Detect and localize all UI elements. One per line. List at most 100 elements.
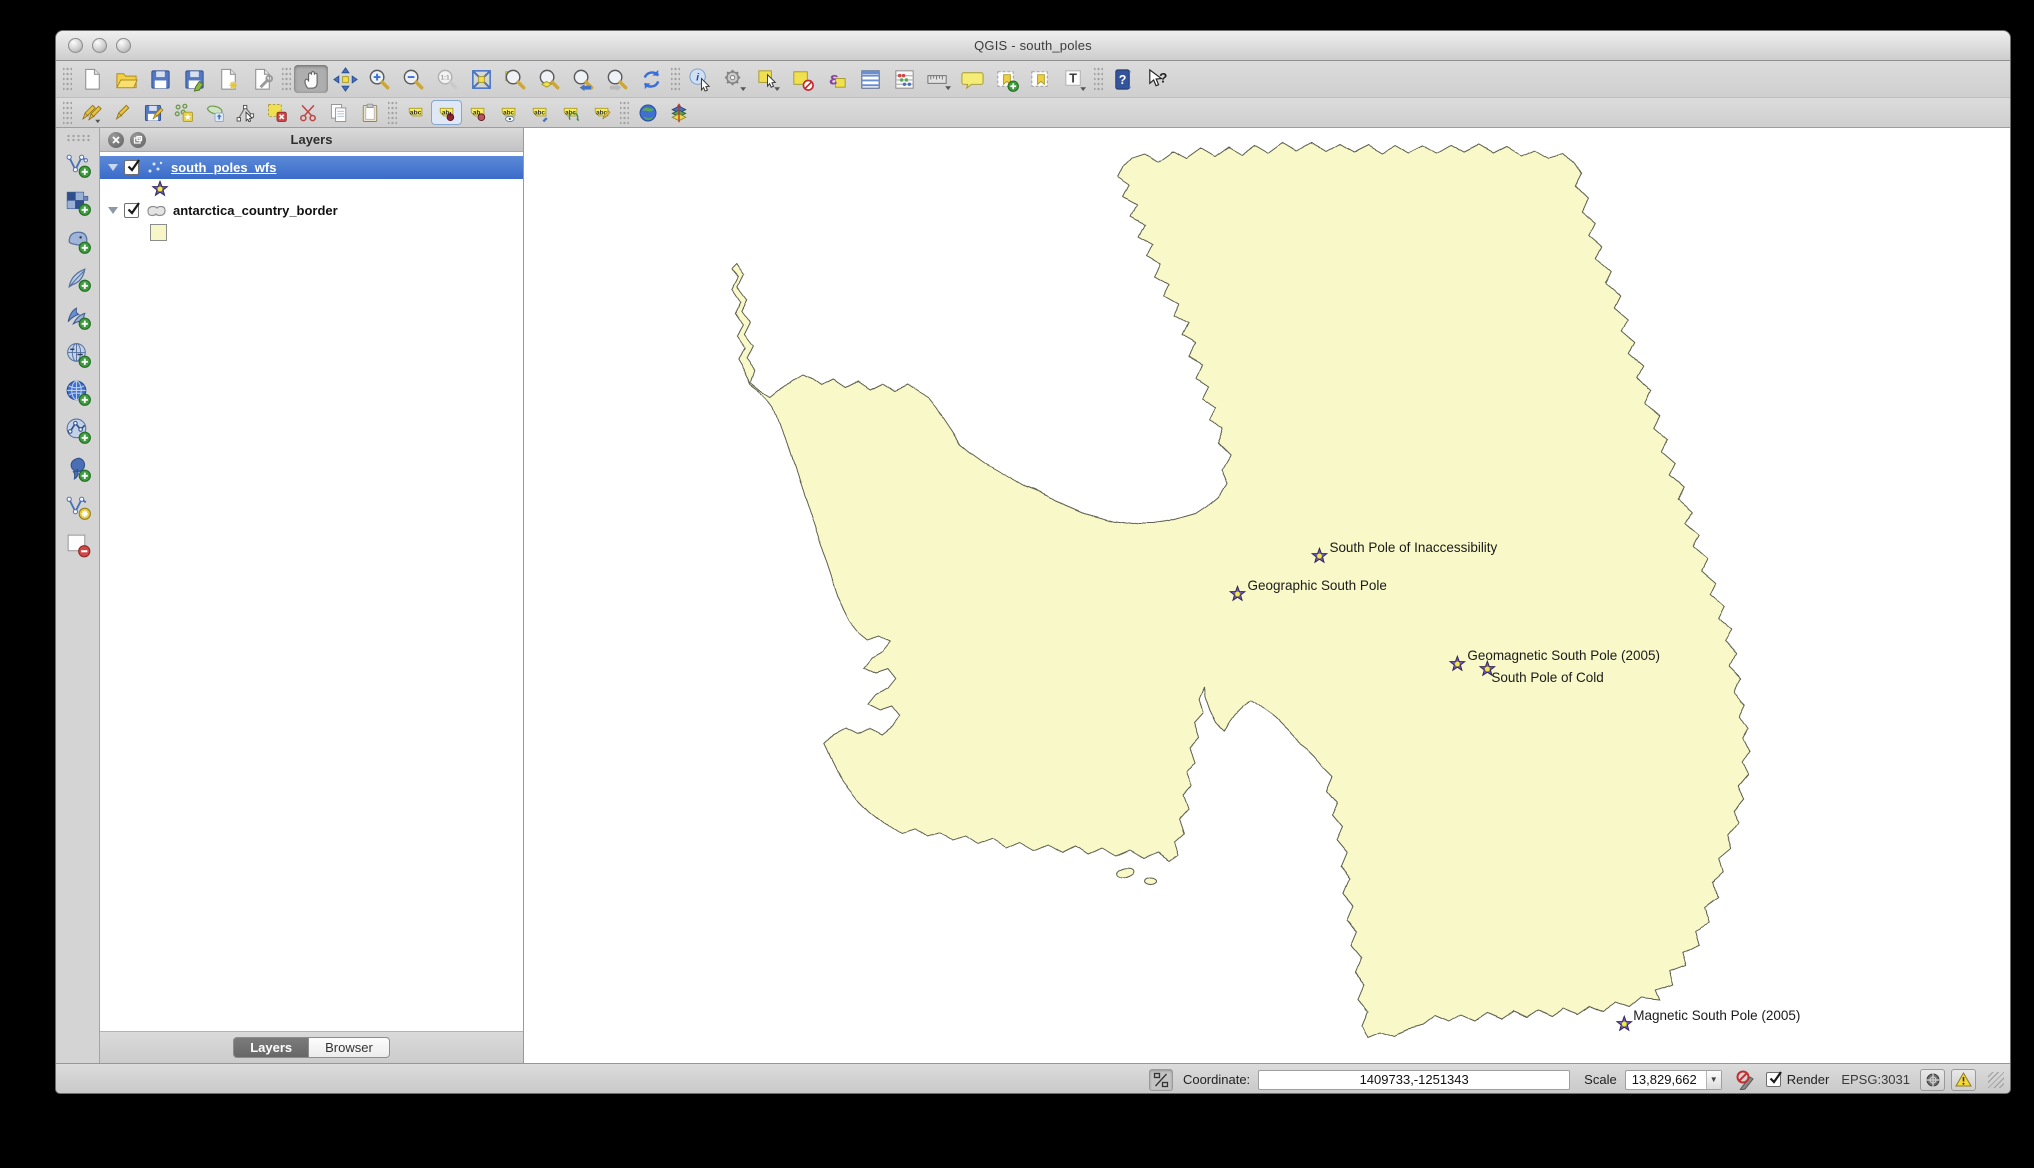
expand-arrow-icon[interactable] (108, 164, 118, 171)
map-tips-button[interactable] (955, 65, 989, 93)
deselect-features-button[interactable] (785, 65, 819, 93)
resize-grip[interactable] (1988, 1071, 2004, 1088)
pan-map-button[interactable] (294, 65, 328, 93)
add-wfs-layer-button[interactable] (61, 415, 95, 446)
add-mssql-layer-button[interactable] (61, 301, 95, 332)
measure-button[interactable] (921, 65, 955, 93)
zoom-out-button[interactable] (396, 65, 430, 93)
layer-symbol-row[interactable] (100, 222, 523, 242)
whats-this-button[interactable]: ? (1140, 65, 1174, 93)
expand-arrow-icon[interactable] (108, 207, 118, 214)
copy-features-button[interactable] (323, 100, 354, 125)
layer-symbol-row[interactable] (100, 179, 523, 199)
remove-layer-button[interactable] (61, 529, 95, 560)
add-delimited-text-layer-button[interactable] (61, 453, 95, 484)
tab-layers[interactable]: Layers (233, 1037, 310, 1058)
open-project-button[interactable] (109, 65, 143, 93)
move-feature-button[interactable] (199, 100, 230, 125)
message-log-button[interactable] (1951, 1068, 1976, 1091)
toolbar-grip[interactable] (282, 67, 291, 91)
add-vector-layer-button[interactable] (61, 149, 95, 180)
run-feature-action-button[interactable] (717, 65, 751, 93)
zoom-in-button[interactable] (362, 65, 396, 93)
toggle-mouse-position-button[interactable] (1148, 1068, 1173, 1091)
chevron-down-icon[interactable]: ▼ (1705, 1070, 1721, 1089)
map-canvas[interactable]: South Pole of Inaccessibility Geographic… (524, 128, 2010, 1063)
save-project-button[interactable] (143, 65, 177, 93)
title-bar[interactable]: QGIS - south_poles (56, 31, 2010, 61)
text-annotation-button[interactable]: T (1057, 65, 1091, 93)
zoom-window-button[interactable] (116, 38, 131, 53)
toolbar-grip[interactable] (671, 67, 680, 91)
save-project-as-button[interactable] (177, 65, 211, 93)
toolbar-grip[interactable] (388, 100, 397, 125)
label-unpin-button[interactable]: ab (462, 100, 493, 125)
new-shapefile-layer-button[interactable] (61, 491, 95, 522)
coordinate-capture-button[interactable] (632, 100, 663, 125)
show-bookmarks-button[interactable] (1023, 65, 1057, 93)
zoom-to-selection-button[interactable] (498, 65, 532, 93)
label-show-hide-button[interactable]: abc (493, 100, 524, 125)
label-rotate-button[interactable]: abc (555, 100, 586, 125)
coordinate-input[interactable]: 1409733,-1251343 (1258, 1069, 1571, 1090)
open-attribute-table-button[interactable] (853, 65, 887, 93)
add-wms-layer-button[interactable] (61, 377, 95, 408)
add-feature-button[interactable] (168, 100, 199, 125)
paste-features-button[interactable] (354, 100, 385, 125)
stop-rendering-button[interactable] (1732, 1068, 1758, 1092)
refresh-map-button[interactable] (634, 65, 668, 93)
add-postgis-layer-button[interactable] (61, 225, 95, 256)
render-checkbox[interactable] (1765, 1071, 1782, 1087)
plugin-layers-button[interactable] (663, 100, 694, 125)
close-window-button[interactable] (68, 38, 83, 53)
zoom-actual-size-button[interactable]: 1:1 (430, 65, 464, 93)
delete-selected-button[interactable] (261, 100, 292, 125)
toolbar-grip[interactable] (63, 100, 72, 125)
label-properties-button[interactable]: abc (586, 100, 617, 125)
cut-features-button[interactable] (292, 100, 323, 125)
toggle-editing-button[interactable] (106, 100, 137, 125)
identify-features-button[interactable]: i (683, 65, 717, 93)
help-button[interactable]: ? (1106, 65, 1140, 93)
toolbar-grip[interactable] (65, 134, 90, 142)
zoom-full-extent-button[interactable] (464, 65, 498, 93)
copy-icon (330, 103, 346, 122)
crs-status-button[interactable] (1920, 1068, 1945, 1091)
add-raster-layer-button[interactable] (61, 187, 95, 218)
new-composer-button[interactable] (211, 65, 245, 93)
zoom-to-layer-button[interactable] (532, 65, 566, 93)
scale-combo[interactable]: 13,829,662 ▼ (1624, 1069, 1722, 1090)
toolbar-grip[interactable] (620, 100, 629, 125)
layer-row-antarctica-country-border[interactable]: antarctica_country_border (100, 199, 523, 222)
label-properties-icon: abc (594, 107, 610, 119)
layer-labeling-button[interactable]: abc (400, 100, 431, 125)
composer-manager-button[interactable] (245, 65, 279, 93)
zoom-next-button[interactable] (600, 65, 634, 93)
add-spatialite-layer-button[interactable] (61, 263, 95, 294)
pole-star-marker[interactable] (1616, 1015, 1633, 1031)
minimize-window-button[interactable] (92, 38, 107, 53)
label-move-button[interactable]: abc (524, 100, 555, 125)
field-calculator-button[interactable] (887, 65, 921, 93)
panel-close-button[interactable] (108, 132, 124, 148)
current-edits-button[interactable] (75, 100, 106, 125)
select-by-expression-button[interactable]: ε (819, 65, 853, 93)
panel-detach-button[interactable] (130, 132, 146, 148)
label-abc-icon: abc (408, 107, 422, 116)
toolbar-grip[interactable] (63, 67, 72, 91)
layer-row-south-poles-wfs[interactable]: south_poles_wfs (100, 156, 523, 179)
add-oracle-layer-button[interactable] (61, 339, 95, 370)
zoom-last-button[interactable] (566, 65, 600, 93)
node-tool-button[interactable] (230, 100, 261, 125)
tab-browser[interactable]: Browser (309, 1037, 390, 1058)
new-bookmark-button[interactable] (989, 65, 1023, 93)
new-project-button[interactable] (75, 65, 109, 93)
save-layer-edits-button[interactable] (137, 100, 168, 125)
layer-visibility-checkbox[interactable] (124, 202, 140, 218)
layer-visibility-checkbox[interactable] (124, 159, 140, 175)
status-bar: Coordinate: 1409733,-1251343 Scale 13,82… (56, 1063, 2010, 1093)
pan-to-selection-button[interactable] (328, 65, 362, 93)
select-features-button[interactable] (751, 65, 785, 93)
toolbar-grip[interactable] (1094, 67, 1103, 91)
label-pin-button[interactable]: ab (431, 100, 462, 125)
